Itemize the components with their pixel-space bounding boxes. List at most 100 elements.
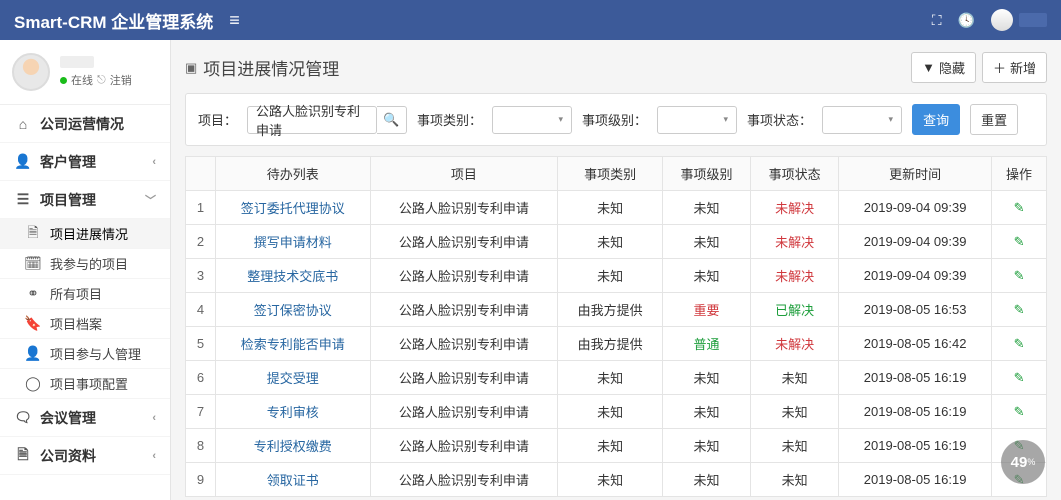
sidebar-item-customer[interactable]: 👤客户管理‹	[0, 143, 170, 181]
sidebar-item-meeting[interactable]: 🗨会议管理‹	[0, 399, 170, 437]
new-button[interactable]: ＋新增	[982, 52, 1047, 83]
category-select[interactable]: ▾	[492, 106, 572, 134]
logout-label[interactable]: 注销	[110, 72, 132, 88]
col-project: 项目	[370, 157, 558, 191]
filter-icon: ▼	[922, 60, 935, 75]
edit-icon[interactable]: ✎	[1014, 268, 1025, 283]
cell-category: 由我方提供	[558, 293, 663, 327]
cell-level: 未知	[662, 395, 750, 429]
cell-index: 9	[186, 463, 216, 497]
cell-level: 未知	[662, 259, 750, 293]
project-value: 公路人脸识别专利申请	[256, 101, 368, 139]
todo-link[interactable]: 检索专利能否申请	[241, 337, 345, 352]
profile-name	[60, 56, 94, 68]
data-table: 待办列表 项目 事项类别 事项级别 事项状态 更新时间 操作 1签订委托代理协议…	[185, 156, 1047, 497]
todo-link[interactable]: 整理技术交底书	[247, 269, 338, 284]
cell-updated: 2019-08-05 16:53	[839, 293, 992, 327]
dashboard-icon[interactable]: 🕓	[958, 12, 975, 29]
col-ops: 操作	[992, 157, 1047, 191]
sidebar-item-item-config[interactable]: ◯项目事项配置	[0, 369, 170, 399]
sidebar-item-all-projects[interactable]: ⚭所有项目	[0, 279, 170, 309]
sidebar-item-label: 所有项目	[50, 284, 102, 303]
sidebar-item-label: 项目进展情况	[50, 224, 128, 243]
cell-level: 未知	[662, 191, 750, 225]
todo-link[interactable]: 专利授权缴费	[254, 439, 332, 454]
table-row: 8专利授权缴费公路人脸识别专利申请未知未知未知2019-08-05 16:19✎	[186, 429, 1047, 463]
todo-link[interactable]: 专利审核	[267, 405, 319, 420]
cell-status: 未知	[751, 395, 839, 429]
sidebar-item-company-info[interactable]: 🗎公司资料‹	[0, 437, 170, 475]
cell-ops: ✎	[992, 395, 1047, 429]
page-title: 项目进展情况管理	[203, 55, 339, 80]
cell-index: 1	[186, 191, 216, 225]
cell-ops: ✎	[992, 191, 1047, 225]
cell-todo: 提交受理	[216, 361, 371, 395]
edit-icon[interactable]: ✎	[1014, 404, 1025, 419]
cell-category: 未知	[558, 463, 663, 497]
sidebar-item-project[interactable]: ☰项目管理﹀	[0, 181, 170, 219]
logout-icon[interactable]: ⎋	[97, 74, 106, 87]
sidebar: 在线 ⎋ 注销 ⌂公司运营情况 👤客户管理‹ ☰项目管理﹀ 🗎项目进展情况 🗓我…	[0, 40, 171, 500]
chevron-left-icon: ‹	[152, 412, 156, 424]
todo-link[interactable]: 签订保密协议	[254, 303, 332, 318]
table-row: 3整理技术交底书公路人脸识别专利申请未知未知未解决2019-09-04 09:3…	[186, 259, 1047, 293]
cell-category: 未知	[558, 191, 663, 225]
cell-updated: 2019-08-05 16:19	[839, 395, 992, 429]
sidebar-item-label: 项目档案	[50, 314, 102, 333]
col-todo: 待办列表	[216, 157, 371, 191]
cell-todo: 签订委托代理协议	[216, 191, 371, 225]
cell-project: 公路人脸识别专利申请	[370, 361, 558, 395]
reset-button[interactable]: 重置	[970, 104, 1018, 135]
sidebar-item-label: 公司资料	[40, 446, 96, 466]
col-level: 事项级别	[662, 157, 750, 191]
sidebar-item-company-ops[interactable]: ⌂公司运营情况	[0, 105, 170, 143]
fullscreen-icon[interactable]: ⛶	[932, 12, 942, 29]
cell-index: 2	[186, 225, 216, 259]
cell-level: 未知	[662, 463, 750, 497]
edit-icon[interactable]: ✎	[1014, 200, 1025, 215]
level-select[interactable]: ▾	[657, 106, 737, 134]
cell-updated: 2019-09-04 09:39	[839, 191, 992, 225]
badge-value: 49	[1011, 454, 1028, 471]
table-row: 6提交受理公路人脸识别专利申请未知未知未知2019-08-05 16:19✎	[186, 361, 1047, 395]
project-search-button[interactable]: 🔍	[377, 106, 407, 134]
level-filter-label: 事项级别：	[582, 110, 647, 129]
status-select[interactable]: ▾	[822, 106, 902, 134]
profile-block: 在线 ⎋ 注销	[0, 40, 170, 105]
edit-icon[interactable]: ✎	[1014, 302, 1025, 317]
filter-bar: 项目： 公路人脸识别专利申请 🔍 事项类别： ▾ 事项级别： ▾ 事项状态： ▾…	[185, 93, 1047, 146]
avatar[interactable]	[991, 9, 1013, 31]
hide-button[interactable]: ▼ 隐藏	[911, 52, 976, 83]
cell-level: 未知	[662, 225, 750, 259]
sidebar-item-my-projects[interactable]: 🗓我参与的项目	[0, 249, 170, 279]
cell-level: 未知	[662, 429, 750, 463]
cell-status: 未解决	[751, 327, 839, 361]
cell-project: 公路人脸识别专利申请	[370, 293, 558, 327]
edit-icon[interactable]: ✎	[1014, 336, 1025, 351]
cell-updated: 2019-09-04 09:39	[839, 225, 992, 259]
topbar: Smart-CRM 企业管理系统 ≡ ⛶ 🕓	[0, 0, 1061, 40]
cell-project: 公路人脸识别专利申请	[370, 225, 558, 259]
edit-icon[interactable]: ✎	[1014, 370, 1025, 385]
user-icon: 👤	[24, 345, 42, 362]
todo-link[interactable]: 提交受理	[267, 371, 319, 386]
cell-project: 公路人脸识别专利申请	[370, 429, 558, 463]
button-label: 隐藏	[939, 58, 965, 77]
cell-updated: 2019-08-05 16:42	[839, 327, 992, 361]
project-input[interactable]: 公路人脸识别专利申请	[247, 106, 377, 134]
edit-icon[interactable]: ✎	[1014, 234, 1025, 249]
todo-link[interactable]: 撰写申请材料	[254, 235, 332, 250]
cell-status: 未解决	[751, 259, 839, 293]
sidebar-item-archives[interactable]: 🔖项目档案	[0, 309, 170, 339]
sidebar-item-project-progress[interactable]: 🗎项目进展情况	[0, 219, 170, 249]
menu-toggle-icon[interactable]: ≡	[229, 10, 240, 31]
category-filter-label: 事项类别：	[417, 110, 482, 129]
sidebar-item-participants[interactable]: 👤项目参与人管理	[0, 339, 170, 369]
content-area: ▣ 项目进展情况管理 ▼隐藏 ＋新增 项目： 公路人脸识别专利申请 🔍 事项类别…	[171, 40, 1061, 500]
chevron-down-icon: ▾	[889, 114, 894, 125]
todo-link[interactable]: 领取证书	[267, 473, 319, 488]
table-row: 4签订保密协议公路人脸识别专利申请由我方提供重要已解决2019-08-05 16…	[186, 293, 1047, 327]
todo-link[interactable]: 签订委托代理协议	[241, 201, 345, 216]
status-filter-label: 事项状态：	[747, 110, 812, 129]
search-button[interactable]: 查询	[912, 104, 960, 135]
